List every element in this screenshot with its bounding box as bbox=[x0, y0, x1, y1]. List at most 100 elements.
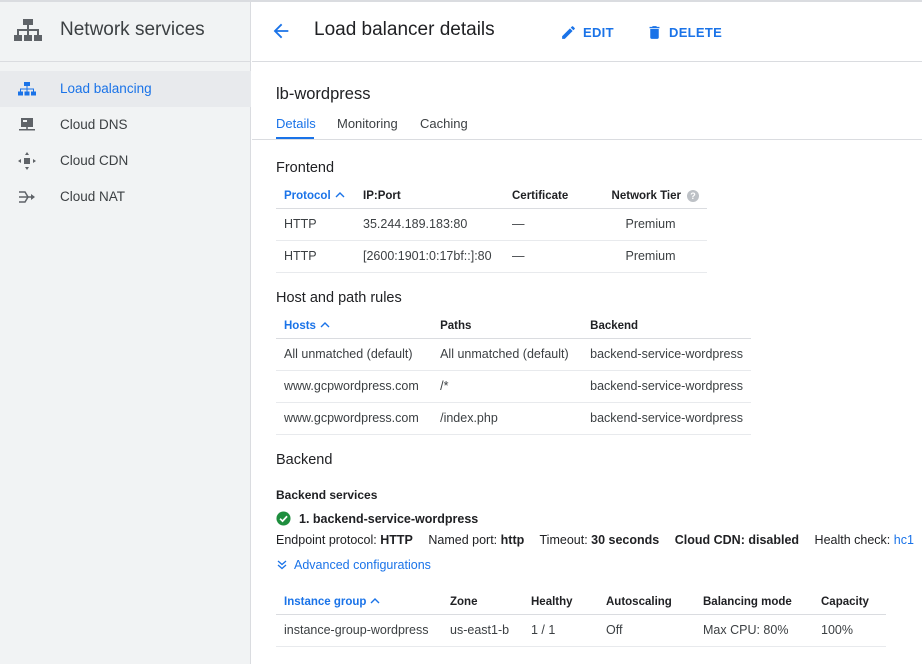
health-check-link[interactable]: hc1 bbox=[894, 533, 914, 547]
advanced-configurations-label: Advanced configurations bbox=[294, 558, 431, 572]
sidebar-item-cloud-cdn[interactable]: Cloud CDN bbox=[0, 143, 251, 179]
frontend-section-title: Frontend bbox=[276, 160, 335, 176]
column-header-capacity[interactable]: Capacity bbox=[813, 590, 886, 615]
table-row: HTTP 35.244.189.183:80 — Premium bbox=[276, 208, 707, 241]
tab-details[interactable]: Details bbox=[276, 116, 316, 131]
instance-group-table: Instance group Zone Healthy Autoscaling … bbox=[276, 590, 886, 647]
timeout-value: 30 seconds bbox=[591, 533, 660, 547]
cell-autoscaling: Off bbox=[598, 614, 695, 647]
cell-backend: backend-service-wordpress bbox=[582, 370, 751, 403]
cell-certificate: — bbox=[504, 208, 594, 241]
cell-network-tier: Premium bbox=[594, 240, 707, 273]
backend-services-subtitle: Backend services bbox=[276, 488, 378, 502]
cell-hosts: www.gcpwordpress.com bbox=[276, 402, 433, 435]
sidebar-item-label: Cloud CDN bbox=[60, 153, 129, 168]
table-header-row: Instance group Zone Healthy Autoscaling … bbox=[276, 590, 886, 615]
pencil-icon bbox=[562, 25, 575, 39]
named-port-value: http bbox=[500, 533, 525, 547]
endpoint-protocol-value: HTTP bbox=[380, 533, 413, 547]
page-title: Load balancer details bbox=[314, 19, 495, 40]
cell-backend: backend-service-wordpress bbox=[582, 402, 751, 435]
cell-hosts: All unmatched (default) bbox=[276, 338, 433, 371]
column-header-healthy[interactable]: Healthy bbox=[523, 590, 598, 615]
delete-button[interactable]: DELETE bbox=[646, 21, 722, 43]
sidebar-item-label: Load balancing bbox=[60, 81, 152, 96]
load-balancer-name: lb-wordpress bbox=[276, 85, 371, 103]
sidebar-item-label: Cloud NAT bbox=[60, 189, 126, 204]
sidebar-item-cloud-dns[interactable]: Cloud DNS bbox=[0, 107, 251, 143]
column-header-autoscaling[interactable]: Autoscaling bbox=[598, 590, 695, 615]
help-icon[interactable]: ? bbox=[687, 189, 699, 202]
cell-certificate: — bbox=[504, 240, 594, 273]
backend-section-title: Backend bbox=[276, 452, 333, 468]
advanced-configurations-toggle[interactable]: Advanced configurations bbox=[276, 558, 431, 572]
sort-ascending-icon bbox=[320, 321, 330, 328]
endpoint-protocol-label: Endpoint protocol: bbox=[276, 533, 377, 547]
edit-label: EDIT bbox=[583, 24, 614, 40]
sidebar-item-cloud-nat[interactable]: Cloud NAT bbox=[0, 179, 251, 215]
column-header-balancing-mode[interactable]: Balancing mode bbox=[695, 590, 813, 615]
column-header-certificate[interactable]: Certificate bbox=[504, 184, 594, 209]
edit-button[interactable]: EDIT bbox=[560, 21, 614, 43]
cloud-nat-icon bbox=[19, 191, 35, 203]
backend-service-name: 1. backend-service-wordpress bbox=[299, 511, 479, 526]
load-balancing-icon bbox=[18, 82, 36, 96]
endpoint-protocol: Endpoint protocol: HTTP bbox=[276, 533, 413, 547]
sidebar-header: Network services bbox=[0, 2, 251, 62]
column-header-ip-port[interactable]: IP:Port bbox=[355, 184, 504, 209]
sidebar-title: Network services bbox=[60, 19, 205, 40]
table-header-row: Hosts Paths Backend bbox=[276, 314, 751, 339]
column-header-network-tier[interactable]: Network Tier? bbox=[594, 184, 707, 209]
named-port-label: Named port: bbox=[428, 533, 498, 547]
delete-label: DELETE bbox=[669, 24, 723, 40]
host-rules-table: Hosts Paths Backend All unmatched (defau… bbox=[276, 314, 751, 435]
cell-paths: /index.php bbox=[432, 402, 583, 435]
cell-network-tier: Premium bbox=[594, 208, 707, 241]
cloud-cdn-status: Cloud CDN: disabled bbox=[675, 533, 799, 547]
timeout: Timeout: 30 seconds bbox=[540, 533, 660, 547]
column-header-hosts[interactable]: Hosts bbox=[276, 314, 433, 339]
column-header-label: Protocol bbox=[284, 189, 331, 202]
sort-ascending-icon bbox=[335, 191, 345, 198]
table-row: www.gcpwordpress.com /index.php backend-… bbox=[276, 402, 751, 435]
sidebar: Network services Load balancing Cloud DN… bbox=[0, 2, 251, 664]
column-header-label: Instance group bbox=[284, 595, 367, 608]
column-header-zone[interactable]: Zone bbox=[442, 590, 523, 615]
timeout-label: Timeout: bbox=[539, 533, 588, 547]
cell-ip-port: 35.244.189.183:80 bbox=[355, 208, 504, 241]
tab-bar: Details Monitoring Caching bbox=[252, 108, 922, 140]
cell-backend: backend-service-wordpress bbox=[582, 338, 751, 371]
tab-monitoring[interactable]: Monitoring bbox=[337, 116, 398, 131]
column-header-paths[interactable]: Paths bbox=[432, 314, 583, 339]
cell-protocol: HTTP bbox=[276, 208, 355, 241]
double-chevron-down-icon bbox=[277, 560, 287, 570]
table-header-row: Protocol IP:Port Certificate Network Tie… bbox=[276, 184, 707, 209]
named-port: Named port: http bbox=[428, 533, 524, 547]
back-arrow-icon[interactable] bbox=[270, 20, 292, 42]
cell-hosts: www.gcpwordpress.com bbox=[276, 370, 433, 403]
table-row: www.gcpwordpress.com /* backend-service-… bbox=[276, 370, 751, 403]
backend-service-properties: Endpoint protocol: HTTP Named port: http… bbox=[276, 533, 922, 547]
sidebar-item-load-balancing[interactable]: Load balancing bbox=[0, 71, 251, 107]
column-header-instance-group[interactable]: Instance group bbox=[276, 590, 442, 615]
active-tab-indicator bbox=[276, 137, 314, 139]
backend-service-row: 1. backend-service-wordpress bbox=[276, 511, 478, 526]
cell-paths: All unmatched (default) bbox=[432, 338, 583, 371]
trash-icon bbox=[649, 25, 660, 39]
cell-instance-group: instance-group-wordpress bbox=[276, 614, 442, 647]
cell-protocol: HTTP bbox=[276, 240, 355, 273]
healthy-check-icon bbox=[276, 511, 291, 526]
column-header-protocol[interactable]: Protocol bbox=[276, 184, 355, 209]
cell-zone: us-east1-b bbox=[442, 614, 523, 647]
main-content: lb-wordpress Details Monitoring Caching … bbox=[252, 62, 922, 664]
page-header: Load balancer details EDIT DELETE bbox=[252, 2, 922, 62]
tab-caching[interactable]: Caching bbox=[420, 116, 468, 131]
column-header-backend[interactable]: Backend bbox=[582, 314, 751, 339]
table-row: HTTP [2600:1901:0:17bf::]:80 — Premium bbox=[276, 240, 707, 273]
cell-paths: /* bbox=[432, 370, 583, 403]
health-check: Health check: hc1 bbox=[815, 533, 914, 547]
column-header-label: Hosts bbox=[284, 319, 316, 332]
host-rules-section-title: Host and path rules bbox=[276, 290, 402, 306]
cloud-cdn-label: Cloud CDN: bbox=[674, 533, 745, 547]
table-row: All unmatched (default) All unmatched (d… bbox=[276, 338, 751, 371]
